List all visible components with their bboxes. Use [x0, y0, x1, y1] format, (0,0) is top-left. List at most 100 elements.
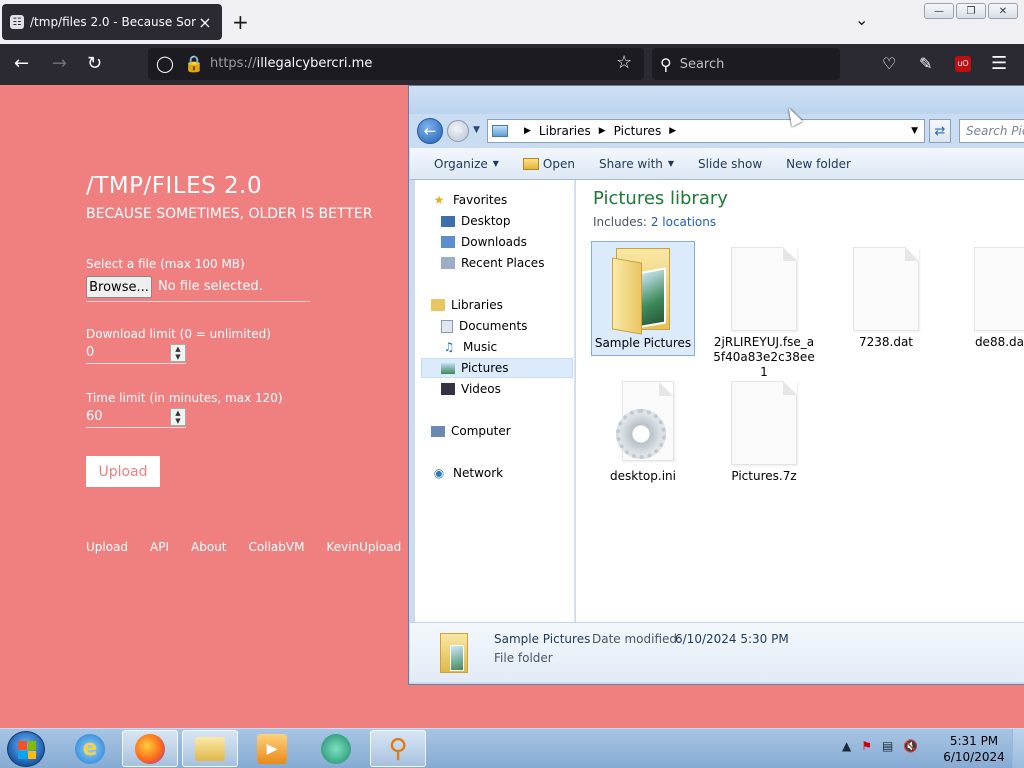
time-limit-label: Time limit (in minutes, max 120) — [86, 391, 283, 405]
nav-label: Videos — [461, 382, 501, 396]
new-tab-icon[interactable]: + — [232, 10, 249, 34]
tab-close-icon[interactable]: × — [196, 13, 214, 32]
browse-button[interactable]: Browse... — [86, 276, 152, 298]
nav-favorites[interactable]: ★ Favorites — [431, 190, 589, 210]
footer-nav: Upload API About CollabVM KevinUpload — [86, 540, 401, 554]
taskbar-magnifier[interactable]: ⚲ — [370, 730, 426, 767]
address-dropdown-icon[interactable]: ▼ — [911, 126, 918, 136]
show-desktop-button[interactable] — [1012, 729, 1024, 768]
nav-network[interactable]: ◉ Network — [431, 463, 589, 483]
network-status-icon[interactable]: ▤ — [882, 739, 893, 753]
breadcrumb-pictures[interactable]: Pictures — [614, 124, 662, 138]
ublock-icon[interactable]: uO — [955, 56, 971, 72]
music-icon: ♫ — [443, 340, 455, 354]
show-hidden-icons-icon[interactable]: ▲ — [842, 739, 851, 753]
breadcrumb-separator-icon[interactable]: ▶ — [669, 126, 676, 136]
volume-muted-icon[interactable]: 🔇 — [903, 739, 918, 753]
footer-link-api[interactable]: API — [150, 540, 169, 554]
action-center-icon[interactable]: ⚑ — [861, 739, 872, 753]
breadcrumb-separator-icon[interactable]: ▶ — [599, 126, 606, 136]
breadcrumb-libraries[interactable]: Libraries — [539, 124, 591, 138]
minimize-window-button[interactable]: — — [924, 3, 954, 19]
taskbar-media-center[interactable] — [308, 730, 364, 767]
menu-icon[interactable]: ☰ — [991, 54, 1007, 74]
explorer-back-button[interactable]: ← — [417, 118, 443, 144]
magnifier-icon: ⚲ — [388, 733, 408, 764]
taskbar-clock[interactable]: 5:31 PM 6/10/2024 — [942, 733, 1006, 765]
recent-pages-dropdown-icon[interactable]: ▼ — [473, 125, 480, 135]
file-item-sample-pictures[interactable]: Sample Pictures — [591, 241, 695, 356]
forward-arrow-icon[interactable]: → — [52, 54, 67, 74]
nav-label: Pictures — [461, 361, 509, 375]
extensions-icon[interactable]: ✎ — [919, 54, 932, 74]
taskbar-internet-explorer[interactable]: e — [62, 730, 118, 767]
share-with-label: Share with — [598, 156, 663, 171]
star-icon: ★ — [433, 193, 445, 207]
explorer-content-pane: Pictures library Includes: 2 locations S… — [576, 180, 1024, 622]
footer-link-collabvm[interactable]: CollabVM — [249, 540, 305, 554]
download-limit-value: 0 — [86, 345, 95, 360]
footer-link-about[interactable]: About — [191, 540, 226, 554]
file-name: Pictures.7z — [731, 469, 797, 483]
organize-button[interactable]: Organize ▼ — [434, 157, 499, 171]
system-tray: ▲ ⚑ ▤ 🔇 — [842, 739, 918, 753]
close-window-button[interactable]: ✕ — [988, 3, 1018, 19]
file-item-7238-dat[interactable]: 7238.dat — [834, 241, 938, 354]
url-text[interactable]: https://illegalcybercri.me — [210, 56, 372, 71]
file-item-fse[interactable]: 2jRLIREYUJ.fse_a5f40a83e2c38ee1 — [712, 241, 816, 384]
file-item-de88-dat[interactable]: de88.da — [956, 241, 1024, 354]
explorer-forward-button[interactable]: → — [447, 120, 469, 142]
pocket-icon[interactable]: ♡ — [882, 54, 896, 74]
explorer-search-input[interactable]: Search Pict — [959, 119, 1024, 143]
slide-show-button[interactable]: Slide show — [698, 157, 762, 171]
taskbar-media-player[interactable]: ▶ — [244, 730, 300, 767]
shield-icon[interactable]: ◯ — [156, 54, 174, 74]
explorer-details-pane: Sample Pictures Date modified: 6/10/2024… — [410, 622, 1024, 682]
time-limit-input[interactable]: 60 ▲ ▼ — [86, 408, 186, 428]
back-arrow-icon[interactable]: ← — [14, 54, 29, 74]
share-with-button[interactable]: Share with ▼ — [599, 157, 674, 171]
new-folder-button[interactable]: New folder — [786, 157, 851, 171]
explorer-window[interactable]: ← → ▼ ▶ Libraries ▶ Pictures ▶ ▼ ⇄ Searc… — [408, 85, 1024, 685]
start-button[interactable] — [7, 731, 45, 767]
restore-window-button[interactable]: ❐ — [956, 3, 986, 19]
time-limit-spinner[interactable]: ▲ ▼ — [170, 408, 186, 426]
footer-link-kevinupload[interactable]: KevinUpload — [326, 540, 401, 554]
nav-label: Computer — [451, 424, 511, 438]
bookmark-star-icon[interactable]: ☆ — [616, 53, 632, 73]
nav-libraries[interactable]: Libraries — [431, 295, 589, 315]
explorer-address-bar[interactable]: ▶ Libraries ▶ Pictures ▶ ▼ — [487, 119, 925, 143]
details-modified-label: Date modified: — [592, 632, 682, 646]
includes-label: Includes: — [593, 215, 647, 229]
url-bar[interactable]: ◯ 🔒 https://illegalcybercri.me ☆ — [148, 48, 644, 80]
taskbar-explorer[interactable] — [182, 730, 238, 767]
document-icon — [853, 247, 919, 331]
nav-label: Desktop — [461, 214, 511, 228]
open-button[interactable]: Open — [522, 157, 575, 171]
locations-link[interactable]: 2 locations — [651, 215, 716, 229]
library-includes: Includes: 2 locations — [593, 215, 716, 229]
lock-icon[interactable]: 🔒 — [184, 54, 204, 74]
file-item-pictures-7z[interactable]: Pictures.7z — [712, 375, 816, 488]
taskbar-firefox[interactable] — [122, 730, 178, 767]
site-favicon-icon: ☷ — [10, 15, 24, 29]
download-limit-spinner[interactable]: ▲ ▼ — [170, 344, 186, 362]
breadcrumb-separator-icon[interactable]: ▶ — [524, 126, 531, 136]
nav-computer[interactable]: Computer — [431, 421, 589, 441]
explorer-refresh-button[interactable]: ⇄ — [929, 119, 951, 143]
explorer-title-bar[interactable] — [409, 86, 1024, 114]
search-icon: ⚲ — [660, 54, 672, 74]
list-all-tabs-icon[interactable]: ⌄ — [855, 10, 868, 29]
footer-link-upload[interactable]: Upload — [86, 540, 128, 554]
download-limit-label: Download limit (0 = unlimited) — [86, 327, 271, 341]
browser-search-box[interactable]: ⚲ Search — [652, 48, 840, 80]
nav-label: Recent Places — [461, 256, 545, 270]
browser-tab[interactable]: ☷ /tmp/files 2.0 - Because Someti × — [2, 4, 222, 40]
download-limit-input[interactable]: 0 ▲ ▼ — [86, 344, 186, 364]
file-item-desktop-ini[interactable]: desktop.ini — [591, 375, 695, 488]
document-icon — [731, 247, 797, 331]
nav-pictures[interactable]: Pictures — [421, 358, 573, 378]
upload-button[interactable]: Upload — [86, 456, 160, 487]
nav-label: Documents — [459, 319, 528, 333]
reload-icon[interactable]: ↻ — [87, 54, 102, 74]
